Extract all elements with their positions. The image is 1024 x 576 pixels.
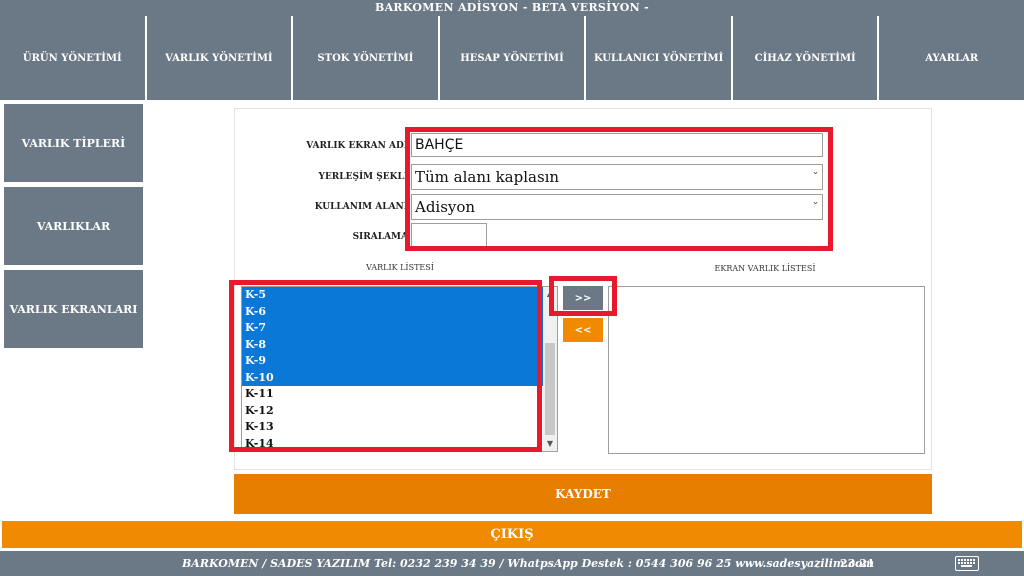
layout-label: YERLEŞİM ŞEKLİ (318, 172, 408, 182)
nav-hesap-yonetimi[interactable]: HESAP YÖNETİMİ (439, 16, 585, 100)
add-to-screen-button[interactable]: >> (563, 286, 603, 310)
side-item-varlik-tipleri[interactable]: VARLIK TİPLERİ (4, 104, 143, 182)
keyboard-keys (958, 559, 975, 567)
usage-select-value: Adisyon (415, 198, 476, 216)
nav-stok-yonetimi[interactable]: STOK YÖNETİMİ (293, 16, 438, 100)
usage-select[interactable]: Adisyon ˅ (411, 194, 823, 220)
top-nav: ÜRÜN YÖNETİMİ VARLIK YÖNETİMİ STOK YÖNET… (0, 16, 1024, 100)
list-item[interactable]: K-13 (242, 419, 543, 436)
right-list-caption: EKRAN VARLIK LİSTESİ (714, 264, 816, 273)
keyboard-icon[interactable] (955, 556, 979, 571)
footer-clock: 23:21 (840, 557, 875, 570)
nav-ayarlar[interactable]: AYARLAR (879, 16, 1024, 100)
order-input[interactable] (411, 223, 487, 249)
scroll-down-icon[interactable]: ▼ (543, 437, 557, 451)
screen-name-label: VARLIK EKRAN ADI (306, 141, 408, 151)
save-button[interactable]: KAYDET (234, 474, 932, 514)
side-item-varliklar[interactable]: VARLIKLAR (4, 187, 143, 265)
screen-asset-listbox[interactable] (608, 286, 925, 454)
asset-list-items: K-5 K-6 K-7 K-8 K-9 K-10 K-11 K-12 K-13 K-14 (242, 287, 557, 452)
side-nav: VARLIK TİPLERİ VARLIKLAR VARLIK EKRANLAR… (4, 104, 143, 353)
list-item[interactable]: K-8 (242, 336, 543, 353)
left-list-caption: VARLIK LİSTESİ (366, 263, 434, 272)
side-item-varlik-ekranlari[interactable]: VARLIK EKRANLARI (4, 270, 143, 348)
list-item[interactable]: K-7 (242, 320, 543, 337)
remove-from-screen-button[interactable]: << (563, 318, 603, 342)
nav-urun-yonetimi[interactable]: ÜRÜN YÖNETİMİ (0, 16, 145, 100)
chevron-down-icon: ˅ (812, 171, 819, 183)
nav-kullanici-yonetimi[interactable]: KULLANICI YÖNETİMİ (586, 16, 731, 100)
app-title: BARKOMEN ADİSYON - BETA VERSİYON - (0, 0, 1024, 16)
list-item[interactable]: K-5 (242, 287, 543, 304)
layout-select-value: Tüm alanı kaplasın (415, 168, 560, 186)
footer-bar: BARKOMEN / SADES YAZILIM Tel: 0232 239 3… (0, 551, 1024, 576)
list-item[interactable]: K-10 (242, 369, 543, 386)
screen-name-input[interactable]: BAHÇE (411, 133, 823, 157)
exit-button[interactable]: ÇIKIŞ (2, 521, 1022, 548)
chevron-down-icon: ˅ (812, 201, 819, 213)
scroll-up-icon[interactable]: ▲ (543, 287, 557, 301)
list-item[interactable]: K-9 (242, 353, 543, 370)
list-item[interactable]: K-14 (242, 436, 543, 452)
footer-contact-text: BARKOMEN / SADES YAZILIM Tel: 0232 239 3… (182, 557, 875, 570)
nav-varlik-yonetimi[interactable]: VARLIK YÖNETİMİ (146, 16, 292, 100)
list-item[interactable]: K-12 (242, 403, 543, 420)
order-label: SIRALAMA (352, 232, 408, 242)
list-item[interactable]: K-11 (242, 386, 543, 403)
nav-cihaz-yonetimi[interactable]: CİHAZ YÖNETİMİ (732, 16, 878, 100)
scroll-thumb[interactable] (545, 343, 555, 435)
list-item[interactable]: K-6 (242, 303, 543, 320)
listbox-scrollbar[interactable]: ▲ ▼ (543, 287, 557, 451)
asset-listbox[interactable]: K-5 K-6 K-7 K-8 K-9 K-10 K-11 K-12 K-13 K-14 ▲ ▼ (241, 286, 558, 452)
layout-select[interactable]: Tüm alanı kaplasın ˅ (411, 164, 823, 190)
usage-label: KULLANIM ALANI (314, 202, 408, 212)
